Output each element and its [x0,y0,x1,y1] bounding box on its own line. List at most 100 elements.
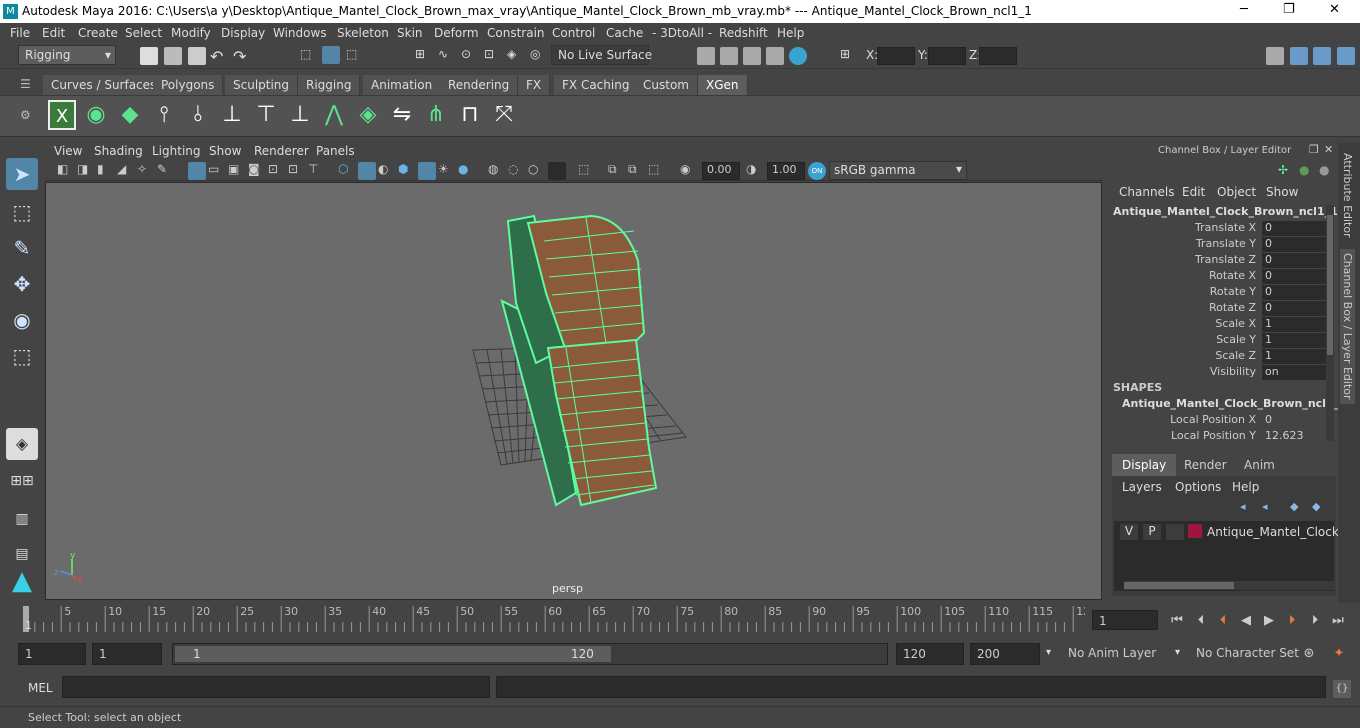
channel-value[interactable]: 0 [1262,301,1328,316]
select-by-hierarchy-icon[interactable]: ⬚ [300,47,318,65]
snap-point-icon[interactable]: ⊙ [461,47,479,65]
animation-start-input[interactable]: 1 [18,643,86,665]
script-editor-icon[interactable]: {} [1333,680,1351,698]
new-layer-icon[interactable]: ◆ [1290,500,1308,518]
field-chart-icon[interactable]: ⊡ [268,162,286,180]
tab-channel-box-layer-editor[interactable]: Channel Box / Layer Editor [1340,249,1355,404]
tab-custom[interactable]: Custom [635,75,698,95]
current-frame-input[interactable]: 1 [1092,610,1158,630]
layers-menu-options[interactable]: Options [1175,480,1221,494]
viewport-menu-shading[interactable]: Shading [94,144,143,158]
resolution-gate-icon[interactable]: ▣ [228,162,246,180]
isolate-select-icon[interactable] [548,162,566,180]
layer-name[interactable]: Antique_Mantel_Clock_B [1207,525,1353,539]
range-slider-handle[interactable] [175,646,611,662]
layer-visibility-toggle[interactable]: V [1120,524,1138,540]
channel-value[interactable]: 0 [1262,221,1328,236]
single-perspective-layout-icon[interactable]: ◈ [6,428,38,460]
snap-surface-icon[interactable]: ◈ [507,47,525,65]
xgen-delete-icon[interactable]: ⤧ [490,100,518,130]
viewport-menu-show[interactable]: Show [209,144,241,158]
maya-xgen-logo-icon[interactable]: ▲ [6,565,38,597]
grid-toggle-icon[interactable] [188,162,206,180]
channels-menu-object[interactable]: Object [1217,185,1256,199]
xgen-create-description-icon[interactable]: ◆ [116,100,144,130]
tab-rigging[interactable]: Rigging [298,75,361,95]
rotate-tool-icon[interactable]: ◉ [6,304,38,336]
snap-grid-icon[interactable]: ⊞ [415,47,433,65]
tab-fx-caching[interactable]: FX Caching [554,75,639,95]
motion-blur-icon[interactable]: ◍ [488,162,506,180]
menu-windows[interactable]: Windows [273,26,327,40]
channels-menu-edit[interactable]: Edit [1182,185,1205,199]
xgen-comb-icon[interactable]: ⊓ [456,100,484,130]
anti-aliasing-icon[interactable]: ◌ [508,162,526,180]
scrollbar-thumb[interactable] [1327,215,1333,355]
close-button[interactable]: ✕ [1329,2,1340,17]
scale-tool-icon[interactable]: ⬚ [6,340,38,372]
menu-3dtoall[interactable]: - 3DtoAll - [652,26,712,40]
menu-redshift[interactable]: Redshift [719,26,768,40]
camera-attributes-icon[interactable]: ◨ [77,162,95,180]
channel-value[interactable]: 0 [1262,285,1328,300]
channel-row[interactable]: Translate X 0 [1106,220,1338,236]
image-plane-icon[interactable]: ◢ [117,162,135,180]
xray-active-icon[interactable]: ⧉ [628,162,646,180]
menu-help[interactable]: Help [777,26,804,40]
channel-row[interactable]: Visibility on [1106,364,1338,380]
step-forward-frame-icon[interactable]: ⏵ [1306,612,1324,630]
xgen-sculpt-guides-icon[interactable]: ⊥ [218,100,246,130]
tab-fx[interactable]: FX [518,75,551,95]
xgen-flip-icon[interactable]: ⇋ [388,100,416,130]
textured-icon[interactable]: ⬢ [398,162,416,180]
menu-skin[interactable]: Skin [397,26,423,40]
shadows-icon[interactable]: ☀ [438,162,456,180]
lasso-tool-icon[interactable]: ⬚ [6,196,38,228]
save-scene-icon[interactable] [188,47,206,65]
xgen-guide-tool-icon[interactable]: ⊤ [252,100,280,130]
channel-box-toggle-icon[interactable] [1337,47,1355,65]
select-tool-icon[interactable]: ➤ [6,158,38,190]
tab-polygons[interactable]: Polygons [153,75,224,95]
film-gate-icon[interactable]: ▭ [208,162,226,180]
xgen-lock-guides-icon[interactable]: ⊥ [286,100,314,130]
hypershade-icon[interactable] [789,47,807,65]
xgen-preview-icon[interactable]: ◉ [82,100,110,130]
channel-row[interactable]: Rotate Z 0 [1106,300,1338,316]
xgen-add-guides-icon[interactable]: ⫯ [150,100,178,130]
shelf-settings-icon[interactable]: ⚙ [20,108,38,126]
attribute-editor-toggle-icon[interactable] [1290,47,1308,65]
y-input[interactable] [928,47,966,65]
wireframe-icon[interactable]: ⬡ [338,162,356,180]
step-back-frame-icon[interactable]: ⏴ [1192,612,1210,630]
grease-pencil-icon[interactable]: ✎ [157,162,175,180]
camera-select-icon[interactable]: ◧ [57,162,75,180]
snap-live-icon[interactable]: ◎ [530,47,548,65]
xgen-place-guides-icon[interactable]: ⫰ [184,100,212,130]
color-management-icon[interactable]: ON [808,162,826,180]
transform-mode-icon[interactable]: ⊞ [840,47,858,65]
channel-row[interactable]: Rotate X 0 [1106,268,1338,284]
channel-row[interactable]: Scale Z 1 [1106,348,1338,364]
tab-sculpting[interactable]: Sculpting [225,75,299,95]
tab-xgen[interactable]: XGen [698,75,748,95]
channel-value[interactable]: 1 [1262,333,1328,348]
xgen-interactive-groom-icon[interactable]: ⋔ [422,100,450,130]
character-set-dropdown[interactable]: No Character Set [1190,643,1299,665]
xray-icon[interactable]: ⬚ [578,162,596,180]
minimize-button[interactable]: ─ [1240,2,1248,17]
channel-row[interactable]: Rotate Y 0 [1106,284,1338,300]
ambient-occlusion-icon[interactable]: ● [458,162,476,180]
modeling-toolkit-icon[interactable] [1266,47,1284,65]
xgen-grass-icon[interactable]: ⋀ [320,100,348,130]
channel-value[interactable]: 1 [1262,349,1328,364]
select-by-object-icon[interactable] [322,46,340,64]
channel-row[interactable]: Scale Y 1 [1106,332,1338,348]
backface-culling-icon[interactable]: ⬚ [648,162,666,180]
layer-row[interactable]: V P Antique_Mantel_Clock_B [1114,521,1353,541]
animation-end-input[interactable]: 200 [970,643,1040,665]
menu-modify[interactable]: Modify [171,26,211,40]
safe-title-icon[interactable]: ⊤ [308,162,326,180]
gamma-input[interactable]: 1.00 [767,162,805,180]
go-to-start-icon[interactable]: ⏮ [1168,612,1186,630]
